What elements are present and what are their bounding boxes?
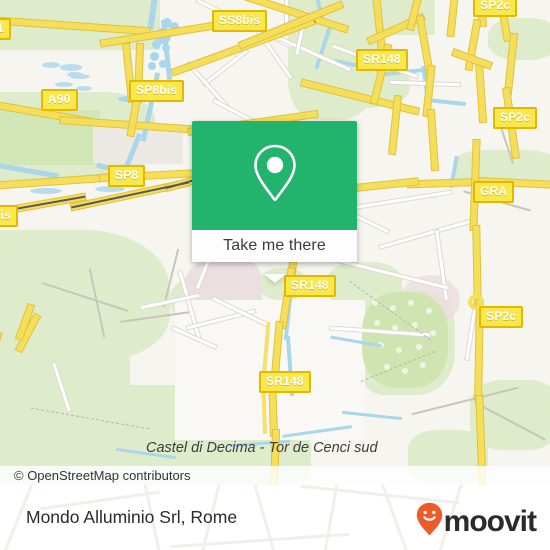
place-label: Castel di Decima - Tor de Cenci sud (146, 440, 378, 456)
road-shield-a90: A90 (41, 89, 78, 111)
decorative-street (323, 485, 340, 550)
decorative-street (170, 532, 350, 549)
location-popup-card[interactable]: Take me there (192, 121, 357, 283)
road-shield-sp2c-lower-right: SP2c (479, 306, 524, 328)
road-shield-sp8bis: SP8bis (129, 80, 185, 102)
road-shield-sp2c-top: SP2c (473, 0, 518, 17)
map-pin-icon (251, 142, 299, 209)
osm-attribution-text: © OpenStreetMap contributors (14, 468, 191, 483)
road-shield-sp2c-upper-right: SP2c (493, 107, 538, 129)
footer-bar: Mondo Alluminio Srl, Rome moovit (0, 485, 550, 550)
card-pointer-tail (263, 274, 286, 283)
moovit-map-screenshot: 1 SS8bis SR148 SP2c SP8bis A90 SP2c SP8 GRA bis SR… (0, 0, 550, 550)
take-me-there-label: Take me there (223, 237, 326, 254)
road-shield-gra: GRA (473, 181, 515, 203)
card-action-area[interactable]: Take me there (192, 230, 357, 262)
road-shield-bis-clipped: bis (0, 205, 18, 227)
road-shield-sp8: SP8 (108, 165, 146, 187)
road-shield-1: 1 (0, 18, 11, 40)
moovit-logo[interactable]: moovit (416, 502, 537, 541)
road-shield-sr148-top: SR148 (356, 49, 408, 71)
place-title: Mondo Alluminio Srl, Rome (26, 507, 238, 527)
road-shield-ss8bis: SS8bis (212, 10, 268, 32)
card-image-area (192, 121, 357, 230)
map-canvas[interactable]: 1 SS8bis SR148 SP2c SP8bis A90 SP2c SP8 GRA bis SR… (0, 0, 550, 485)
moovit-smiley-pin-icon (416, 502, 443, 541)
map-attribution-bar: © OpenStreetMap contributors (0, 466, 550, 485)
moovit-wordmark: moovit (443, 504, 537, 538)
road-shield-sr148-bottom: SR148 (259, 371, 311, 393)
road-shield-sr148-mid: SR148 (284, 275, 336, 297)
